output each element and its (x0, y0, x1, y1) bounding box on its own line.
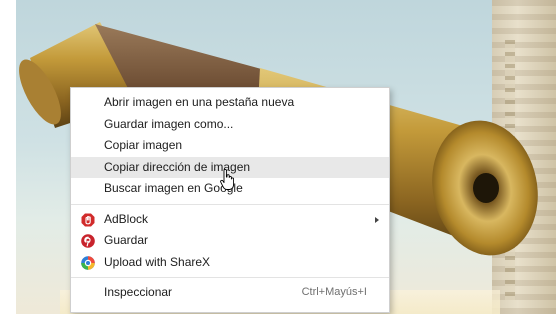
menu-item-save-image[interactable]: Guardar imagen como... (71, 114, 389, 136)
menu-item-inspect[interactable]: Inspeccionar Ctrl+Mayús+I (71, 282, 389, 304)
menu-item-label: Guardar (104, 233, 149, 247)
menu-item-label: Guardar imagen como... (104, 116, 234, 131)
menu-item-adblock[interactable]: AdBlock (71, 209, 389, 231)
menu-separator (71, 203, 389, 205)
page-background: Abrir imagen en una pestaña nueva Guarda… (0, 0, 556, 314)
menu-item-pinterest-save[interactable]: Guardar (71, 230, 389, 252)
pinterest-icon (81, 234, 95, 248)
menu-item-copy-image[interactable]: Copiar imagen (71, 135, 389, 157)
menu-item-label: Copiar imagen (104, 138, 183, 152)
menu-item-open-in-new-tab[interactable]: Abrir imagen en una pestaña nueva (71, 92, 389, 114)
menu-item-label: Abrir imagen en una pestaña nueva (104, 95, 295, 109)
hand-cursor-icon (220, 169, 234, 190)
menu-separator (71, 277, 389, 278)
context-menu: Abrir imagen en una pestaña nueva Guarda… (70, 87, 390, 313)
menu-item-sharex-upload[interactable]: Upload with ShareX (71, 252, 389, 274)
submenu-arrow-icon (375, 216, 379, 223)
menu-item-label: Inspeccionar (104, 285, 173, 299)
telescope-lens-opening (473, 173, 499, 203)
sharex-icon (81, 255, 95, 270)
menu-item-label: Upload with ShareX (104, 254, 211, 269)
adblock-icon (81, 213, 95, 226)
inspect-shortcut: Ctrl+Mayús+I (301, 286, 367, 298)
menu-item-label: AdBlock (104, 211, 149, 226)
